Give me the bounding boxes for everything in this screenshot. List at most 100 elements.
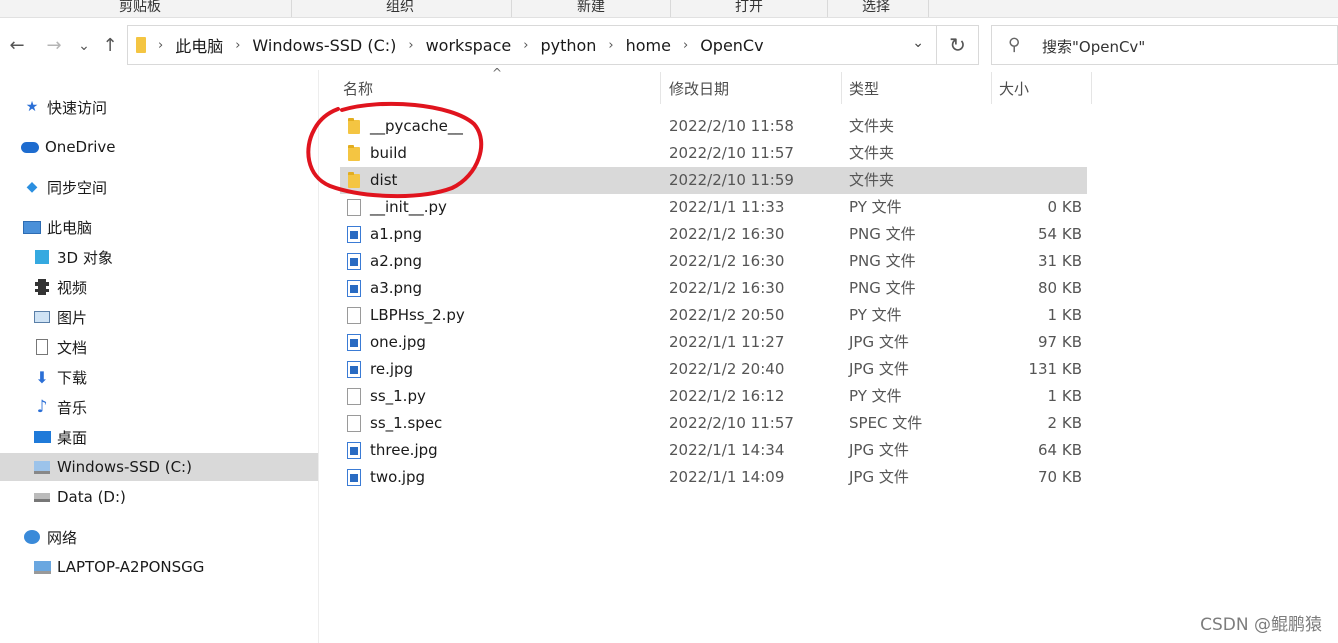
file-type: JPG 文件 (849, 360, 909, 378)
column-header-type[interactable]: 类型 (849, 74, 989, 104)
folder-icon (136, 37, 146, 53)
file-type: 文件夹 (849, 117, 895, 135)
sidebar-item-label: Windows-SSD (C:) (57, 458, 192, 476)
sidebar-item-this-pc[interactable]: 此电脑 (0, 213, 318, 241)
file-row-lbphss-py[interactable]: LBPHss_2.py 2022/1/2 20:50 PY 文件 1 KB (340, 302, 1087, 329)
sidebar-item-network[interactable]: 网络 (0, 523, 318, 551)
file-row-two-jpg[interactable]: two.jpg 2022/1/1 14:09 JPG 文件 70 KB (340, 464, 1087, 491)
sidebar-item-sync-space[interactable]: ◆ 同步空间 (0, 173, 318, 201)
breadcrumb-separator[interactable]: › (673, 38, 698, 53)
forward-button[interactable]: → (43, 34, 65, 58)
refresh-icon: ↻ (949, 33, 966, 57)
file-type: JPG 文件 (849, 333, 909, 351)
address-dropdown-button[interactable]: ⌄ (912, 35, 924, 51)
file-size: 2 KB (1047, 414, 1082, 432)
breadcrumb-workspace[interactable]: workspace (424, 36, 514, 55)
cube-icon (33, 248, 51, 266)
sidebar-item-windows-ssd[interactable]: Windows-SSD (C:) (0, 453, 318, 481)
sidebar-item-desktop[interactable]: 桌面 (0, 423, 318, 451)
file-row-a3-png[interactable]: a3.png 2022/1/2 16:30 PNG 文件 80 KB (340, 275, 1087, 302)
sidebar-item-videos[interactable]: 视频 (0, 273, 318, 301)
file-row-three-jpg[interactable]: three.jpg 2022/1/1 14:34 JPG 文件 64 KB (340, 437, 1087, 464)
breadcrumb-separator: › (158, 37, 164, 53)
sidebar-item-label: 文档 (57, 338, 88, 357)
file-row-ss1-spec[interactable]: ss_1.spec 2022/2/10 11:57 SPEC 文件 2 KB (340, 410, 1087, 437)
file-type: 文件夹 (849, 144, 895, 162)
python-file-icon (347, 307, 361, 324)
back-arrow-icon: ← (9, 35, 25, 56)
sidebar-item-quick-access[interactable]: ★ 快速访问 (0, 93, 318, 121)
file-row-a1-png[interactable]: a1.png 2022/1/2 16:30 PNG 文件 54 KB (340, 221, 1087, 248)
file-row-one-jpg[interactable]: one.jpg 2022/1/1 11:27 JPG 文件 97 KB (340, 329, 1087, 356)
sidebar-item-laptop[interactable]: LAPTOP-A2PONSGG (0, 553, 318, 581)
breadcrumb-separator[interactable]: › (513, 38, 538, 53)
sidebar-item-label: OneDrive (45, 138, 116, 156)
breadcrumb-home[interactable]: home (624, 36, 673, 55)
breadcrumb-python[interactable]: python (538, 36, 598, 55)
column-separator[interactable] (1091, 72, 1092, 104)
sidebar-item-label: 音乐 (57, 398, 88, 417)
file-date: 2022/1/2 20:40 (669, 360, 785, 378)
recent-locations-button[interactable]: ⌄ (76, 34, 92, 58)
breadcrumb-separator[interactable]: › (598, 38, 623, 53)
sidebar-item-label: Data (D:) (57, 488, 126, 506)
sidebar-item-pictures[interactable]: 图片 (0, 303, 318, 331)
file-row-re-jpg[interactable]: re.jpg 2022/1/2 20:40 JPG 文件 131 KB (340, 356, 1087, 383)
column-header-size[interactable]: 大小 (999, 74, 1089, 104)
file-date: 2022/2/10 11:59 (669, 171, 794, 189)
sidebar-item-data-d[interactable]: Data (D:) (0, 483, 318, 511)
file-size: 54 KB (1038, 225, 1082, 243)
back-button[interactable]: ← (6, 34, 28, 58)
column-header-date[interactable]: 修改日期 (669, 74, 839, 104)
file-type: SPEC 文件 (849, 414, 923, 432)
sidebar-item-downloads[interactable]: ⬇ 下载 (0, 363, 318, 391)
up-button[interactable]: ↑ (100, 34, 120, 58)
image-file-icon (347, 334, 361, 351)
annotation-circle (306, 101, 484, 198)
file-date: 2022/2/10 11:57 (669, 414, 794, 432)
star-icon: ★ (25, 99, 39, 115)
file-name: two.jpg (370, 468, 426, 486)
file-row-a2-png[interactable]: a2.png 2022/1/2 16:30 PNG 文件 31 KB (340, 248, 1087, 275)
up-arrow-icon: ↑ (102, 35, 118, 56)
drive-d-icon (33, 488, 51, 506)
breadcrumb-opencv[interactable]: OpenCv (698, 36, 765, 55)
address-bar[interactable]: › 此电脑 › Windows-SSD (C:) › workspace › p… (127, 25, 937, 65)
ribbon-group-open: 打开 (735, 0, 763, 15)
sidebar-item-documents[interactable]: 文档 (0, 333, 318, 361)
laptop-icon (33, 558, 51, 576)
sidebar-item-3d-objects[interactable]: 3D 对象 (0, 243, 318, 271)
refresh-button[interactable]: ↻ (937, 25, 979, 65)
ribbon-group-organize: 组织 (386, 0, 414, 15)
breadcrumb-this-pc[interactable]: 此电脑 (173, 33, 225, 57)
file-name: three.jpg (370, 441, 438, 459)
python-file-icon (347, 388, 361, 405)
desktop-icon (33, 428, 51, 446)
file-size: 31 KB (1038, 252, 1082, 270)
file-date: 2022/1/1 11:33 (669, 198, 785, 216)
cloud-icon (21, 138, 39, 156)
search-box[interactable]: ⚲ 搜索"OpenCv" (991, 25, 1338, 65)
sidebar-item-label: 下载 (57, 368, 88, 387)
file-type: PY 文件 (849, 387, 902, 405)
sidebar-item-onedrive[interactable]: OneDrive (0, 133, 318, 161)
image-file-icon (347, 442, 361, 459)
music-icon: ♪ (36, 397, 48, 417)
file-type: JPG 文件 (849, 468, 909, 486)
column-separator[interactable] (991, 72, 992, 104)
picture-icon (33, 308, 51, 326)
sidebar-item-label: 快速访问 (47, 98, 108, 117)
breadcrumb-separator[interactable]: › (398, 38, 423, 53)
search-input[interactable]: 搜索"OpenCv" (1042, 36, 1145, 57)
column-separator[interactable] (660, 72, 661, 104)
image-file-icon (347, 280, 361, 297)
file-row-ss1-py[interactable]: ss_1.py 2022/1/2 16:12 PY 文件 1 KB (340, 383, 1087, 410)
computer-icon (23, 218, 41, 236)
breadcrumb-separator[interactable]: › (225, 38, 250, 53)
file-type: PY 文件 (849, 306, 902, 324)
sidebar-item-music[interactable]: ♪ 音乐 (0, 393, 318, 421)
sidebar-item-label: 视频 (57, 278, 88, 297)
column-separator[interactable] (841, 72, 842, 104)
file-size: 1 KB (1047, 306, 1082, 324)
breadcrumb-windows-ssd[interactable]: Windows-SSD (C:) (250, 36, 398, 55)
